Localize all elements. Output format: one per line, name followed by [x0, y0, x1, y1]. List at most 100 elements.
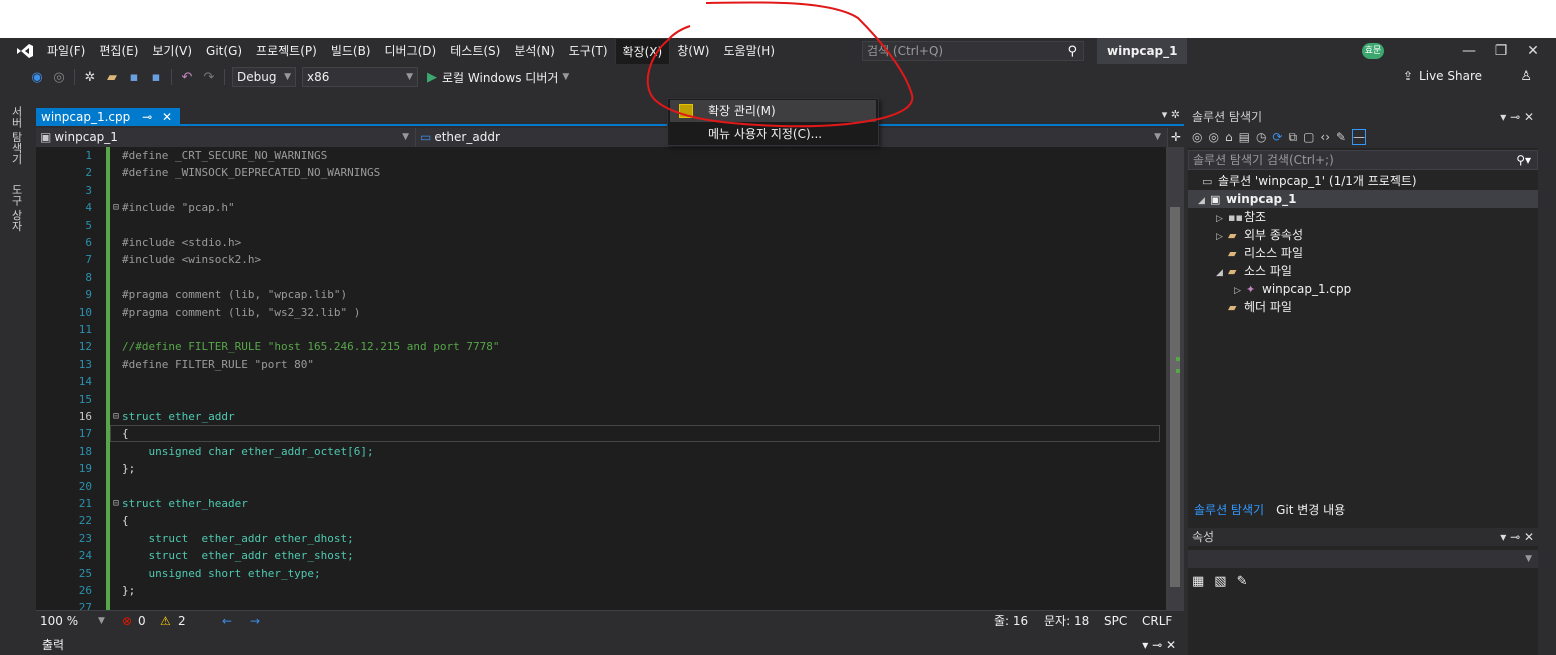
back-icon[interactable]: ◉	[27, 67, 47, 87]
tree-cpp-file[interactable]: ▷ ✦ winpcap_1.cpp	[1188, 280, 1538, 298]
menu-extensions[interactable]: 확장(X)	[614, 38, 671, 64]
split-icon[interactable]: ✛	[1168, 128, 1184, 147]
panel-controls-icon[interactable]: ▾ ⊸ ✕	[1500, 108, 1534, 126]
menu-window[interactable]: 창(W)	[670, 38, 716, 64]
redo-icon[interactable]: ↷	[199, 67, 219, 87]
platform-select[interactable]: x86 ▼	[302, 67, 418, 87]
menu-view[interactable]: 보기(V)	[145, 38, 199, 64]
customize-menu-item[interactable]: 메뉴 사용자 지정(C)...	[670, 123, 876, 145]
feedback-icon[interactable]: ♙	[1520, 69, 1532, 84]
code-line[interactable]: 5	[36, 217, 1166, 234]
save-all-icon[interactable]: ▪	[146, 67, 166, 87]
code-line[interactable]: 19};	[36, 460, 1166, 477]
categorized-icon[interactable]: ▦	[1192, 574, 1204, 589]
back-icon[interactable]: ◎	[1192, 130, 1202, 144]
error-count[interactable]: 0	[138, 611, 146, 631]
new-project-icon[interactable]: ✲	[80, 67, 100, 87]
pending-changes-icon[interactable]: ◷	[1256, 130, 1266, 144]
code-line[interactable]: 25 unsigned short ether_type;	[36, 565, 1166, 582]
tree-source-files[interactable]: ◢ ▰ 소스 파일	[1188, 262, 1538, 280]
menu-help[interactable]: 도움말(H)	[717, 38, 783, 64]
code-line[interactable]: 7 #include <winsock2.h>	[36, 251, 1166, 268]
preview-icon[interactable]: —	[1352, 129, 1367, 145]
properties-icon[interactable]: ✎	[1336, 130, 1346, 144]
code-line[interactable]: 24 struct ether_addr ether_shost;	[36, 547, 1166, 564]
home-icon[interactable]: ⌂	[1225, 130, 1233, 144]
solution-explorer-search-input[interactable]: 솔루션 탐색기 검색(Ctrl+;) ⚲▾	[1188, 150, 1538, 170]
tab-solution-explorer[interactable]: 솔루션 탐색기	[1188, 500, 1270, 520]
close-tab-icon[interactable]: ✕	[162, 110, 172, 124]
property-pages-icon[interactable]: ✎	[1237, 574, 1248, 589]
view-code-icon[interactable]: ‹›	[1320, 130, 1330, 144]
code-line[interactable]: 12 //#define FILTER_RULE "host 165.246.12…	[36, 338, 1166, 355]
code-line[interactable]: 10 #pragma comment (lib, "ws2_32.lib" )	[36, 304, 1166, 321]
open-folder-icon[interactable]: ▰	[102, 67, 122, 87]
code-line[interactable]: 16 ⊟ struct ether_addr	[36, 408, 1166, 425]
code-line[interactable]: 22 {	[36, 512, 1166, 529]
close-icon[interactable]: ✕	[1514, 38, 1552, 64]
fold-toggle-icon[interactable]: ⊟	[113, 199, 119, 216]
manage-extensions-item[interactable]: 확장 관리(M)	[670, 100, 876, 122]
tab-overflow-icon[interactable]: ▾ ✲	[1162, 108, 1180, 121]
start-debugging-button[interactable]: ▶ 로컬 Windows 디버거 ▼	[427, 69, 569, 86]
editor-vertical-scrollbar[interactable]	[1166, 147, 1184, 610]
code-line[interactable]: 18 unsigned char ether_addr_octet[6];	[36, 443, 1166, 460]
code-line[interactable]: 15	[36, 391, 1166, 408]
tab-winpcap-cpp[interactable]: winpcap_1.cpp ⊸ ✕	[36, 108, 181, 126]
properties-object-select[interactable]: ▼	[1188, 550, 1538, 568]
tab-git-changes[interactable]: Git 변경 내용	[1270, 500, 1351, 520]
forward-icon[interactable]: ◎	[1208, 130, 1218, 144]
menu-build[interactable]: 빌드(B)	[324, 38, 378, 64]
live-share-button[interactable]: ⇪ Live Share	[1403, 69, 1482, 83]
code-line[interactable]: 1 #define _CRT_SECURE_NO_WARNINGS	[36, 147, 1166, 164]
scrollbar-thumb[interactable]	[1170, 207, 1180, 587]
tree-solution[interactable]: ▭ 솔루션 'winpcap_1' (1/1개 프로젝트)	[1188, 172, 1538, 190]
forward-icon[interactable]: ◎	[49, 67, 69, 87]
menu-file[interactable]: 파일(F)	[40, 38, 92, 64]
menu-edit[interactable]: 편집(E)	[92, 38, 145, 64]
menu-debug[interactable]: 디버그(D)	[378, 38, 444, 64]
project-scope-select[interactable]: ▣ winpcap_1 ▼	[36, 128, 416, 147]
tree-external-deps[interactable]: ▷ ▰ 외부 종속성	[1188, 226, 1538, 244]
alphabetical-icon[interactable]: ▧	[1214, 574, 1226, 589]
code-line[interactable]: 23 struct ether_addr ether_dhost;	[36, 530, 1166, 547]
menu-tools[interactable]: 도구(T)	[562, 38, 615, 64]
solution-config-select[interactable]: Debug ▼	[232, 67, 296, 87]
sync-icon[interactable]: ⟳	[1272, 130, 1282, 144]
code-line[interactable]: 4 ⊟ #include "pcap.h"	[36, 199, 1166, 216]
code-line[interactable]: 17 {	[36, 425, 1166, 442]
code-line[interactable]: 21 ⊟ struct ether_header	[36, 495, 1166, 512]
user-avatar[interactable]: 효문	[1362, 43, 1384, 59]
global-search-input[interactable]: 검색 (Ctrl+Q) ⚲	[862, 41, 1084, 61]
tree-references[interactable]: ▷ ▪▪참조	[1188, 208, 1538, 226]
tree-header-files[interactable]: ▰ 헤더 파일	[1188, 298, 1538, 316]
menu-test[interactable]: 테스트(S)	[443, 38, 507, 64]
zoom-select[interactable]: 100 %	[40, 611, 78, 631]
collapse-all-icon[interactable]: ⧉	[1288, 130, 1297, 145]
code-line[interactable]: 3	[36, 182, 1166, 199]
code-line[interactable]: 6 #include <stdio.h>	[36, 234, 1166, 251]
code-editor[interactable]: 1 #define _CRT_SECURE_NO_WARNINGS 2 #define…	[36, 147, 1166, 610]
code-line[interactable]: 27	[36, 599, 1166, 610]
menu-git[interactable]: Git(G)	[199, 38, 249, 64]
previous-issue-icon[interactable]: ←	[222, 611, 232, 631]
panel-controls-icon[interactable]: ▾ ⊸ ✕	[1142, 636, 1176, 655]
toolbox-tab[interactable]: 도구 상자	[8, 184, 24, 232]
code-line[interactable]: 14	[36, 373, 1166, 390]
code-line[interactable]: 8	[36, 269, 1166, 286]
code-line[interactable]: 26};	[36, 582, 1166, 599]
menu-analyze[interactable]: 분석(N)	[507, 38, 561, 64]
code-line[interactable]: 2 #define _WINSOCK_DEPRECATED_NO_WARNINGS	[36, 164, 1166, 181]
save-icon[interactable]: ▪	[124, 67, 144, 87]
code-line[interactable]: 20	[36, 478, 1166, 495]
undo-icon[interactable]: ↶	[177, 67, 197, 87]
code-line[interactable]: 9 #pragma comment (lib, "wpcap.lib")	[36, 286, 1166, 303]
code-line[interactable]: 13 #define FILTER_RULE "port 80"	[36, 356, 1166, 373]
fold-toggle-icon[interactable]: ⊟	[113, 408, 119, 425]
tree-resource-files[interactable]: ▰ 리소스 파일	[1188, 244, 1538, 262]
code-line[interactable]: 11	[36, 321, 1166, 338]
switch-views-icon[interactable]: ▤	[1239, 130, 1250, 144]
menu-project[interactable]: 프로젝트(P)	[249, 38, 324, 64]
fold-toggle-icon[interactable]: ⊟	[113, 495, 119, 512]
tree-project[interactable]: ◢ ▣ winpcap_1	[1188, 190, 1538, 208]
